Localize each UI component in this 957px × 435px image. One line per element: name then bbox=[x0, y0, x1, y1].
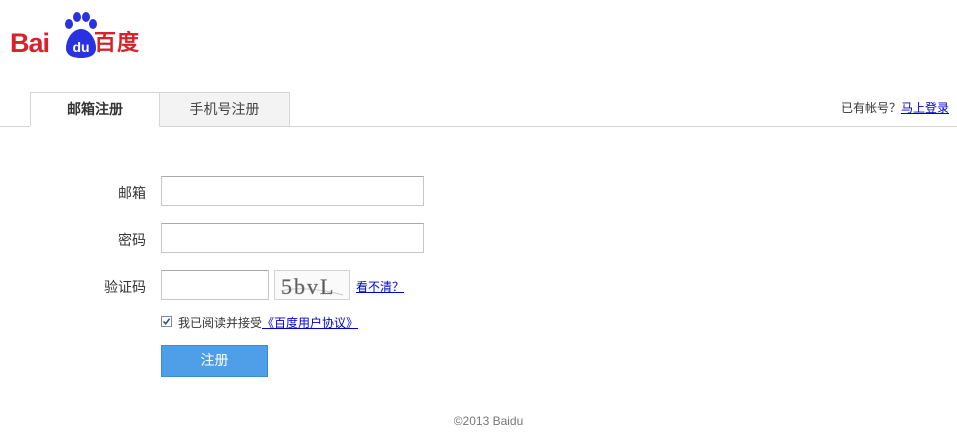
captcha-image-drawing: 5bvL bbox=[281, 274, 344, 299]
agree-text: 我已阅读并接受 bbox=[178, 316, 263, 330]
password-label: 密码 bbox=[118, 233, 146, 249]
footer-copyright: ©2013 Baidu bbox=[453, 414, 524, 428]
baidu-logo[interactable]: Bai du 百度 bbox=[10, 12, 150, 60]
email-field[interactable] bbox=[161, 176, 424, 206]
checkmark-icon bbox=[162, 318, 171, 326]
login-hint-text: 已有帐号？ bbox=[840, 101, 901, 115]
password-field[interactable] bbox=[161, 223, 424, 253]
paw-icon: du bbox=[65, 12, 97, 58]
tab-email-register[interactable]: 邮箱注册 bbox=[30, 92, 160, 127]
login-link[interactable]: 马上登录 bbox=[901, 101, 949, 115]
user-agreement-link[interactable]: 《百度用户协议》 bbox=[262, 316, 358, 330]
agree-checkbox[interactable] bbox=[161, 316, 172, 327]
captcha-input[interactable] bbox=[161, 270, 269, 300]
register-tabbar: 邮箱注册 手机号注册 已有帐号？马上登录 bbox=[0, 92, 957, 127]
login-hint: 已有帐号？马上登录 bbox=[841, 92, 949, 124]
captcha-image[interactable]: 5bvL bbox=[274, 270, 350, 300]
register-button[interactable]: 注册 bbox=[161, 345, 268, 377]
logo-text-cn: 百度 bbox=[94, 31, 141, 56]
logo-paw-text: du bbox=[72, 39, 89, 55]
logo-text-latin: Bai bbox=[10, 28, 50, 58]
captcha-label: 验证码 bbox=[104, 280, 146, 296]
captcha-image-text: 5bvL bbox=[281, 274, 335, 299]
email-label: 邮箱 bbox=[118, 186, 146, 202]
tab-phone-register[interactable]: 手机号注册 bbox=[160, 92, 290, 126]
captcha-refresh-link[interactable]: 看不清？ bbox=[356, 278, 404, 295]
